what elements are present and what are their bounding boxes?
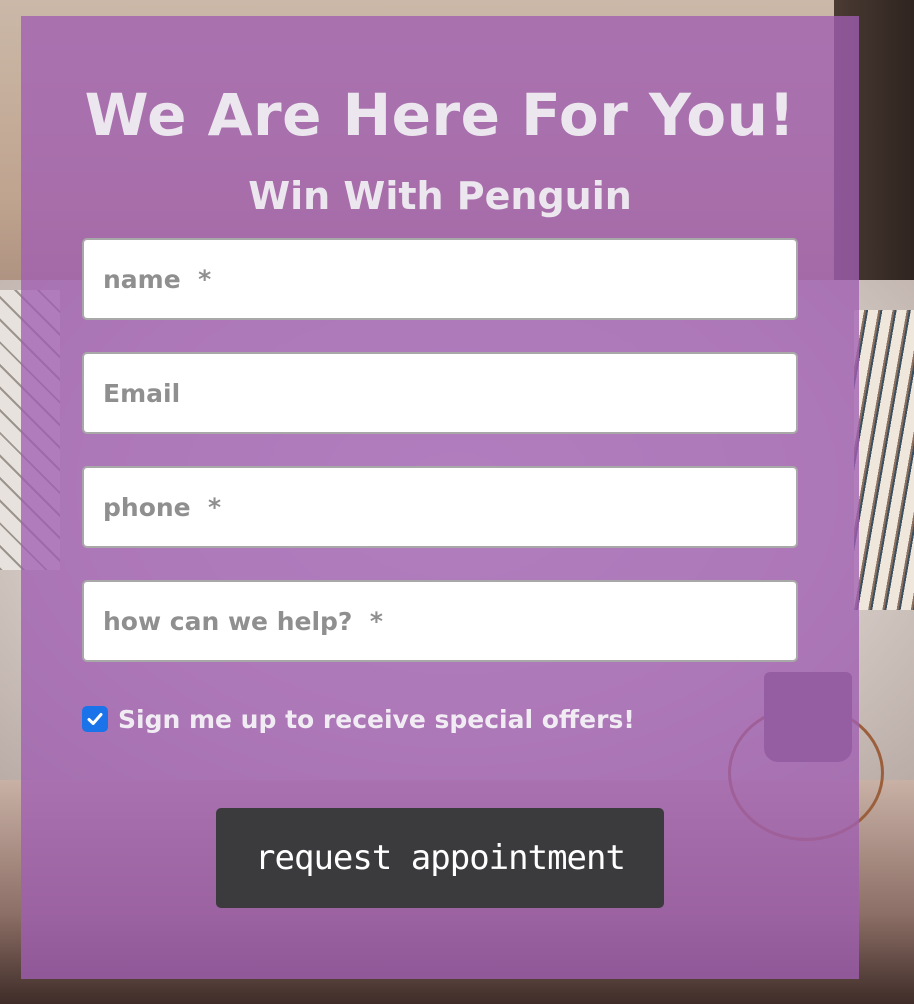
name-input[interactable] bbox=[84, 240, 796, 318]
check-icon bbox=[87, 713, 103, 725]
offers-checkbox-label[interactable]: Sign me up to receive special offers! bbox=[118, 705, 635, 734]
request-appointment-button[interactable]: request appointment bbox=[216, 808, 664, 908]
background-pillow-right bbox=[854, 310, 914, 610]
message-input[interactable] bbox=[84, 582, 796, 660]
form-title: We Are Here For You! bbox=[84, 81, 796, 149]
offers-checkbox-row[interactable]: Sign me up to receive special offers! bbox=[82, 702, 635, 736]
phone-input[interactable] bbox=[84, 468, 796, 546]
email-input[interactable] bbox=[84, 354, 796, 432]
message-field bbox=[82, 580, 798, 662]
phone-field bbox=[82, 466, 798, 548]
contact-form-panel: We Are Here For You! Win With Penguin Si… bbox=[21, 16, 859, 979]
email-field bbox=[82, 352, 798, 434]
name-field bbox=[82, 238, 798, 320]
form-subtitle: Win With Penguin bbox=[248, 174, 632, 218]
offers-checkbox[interactable] bbox=[82, 706, 108, 732]
